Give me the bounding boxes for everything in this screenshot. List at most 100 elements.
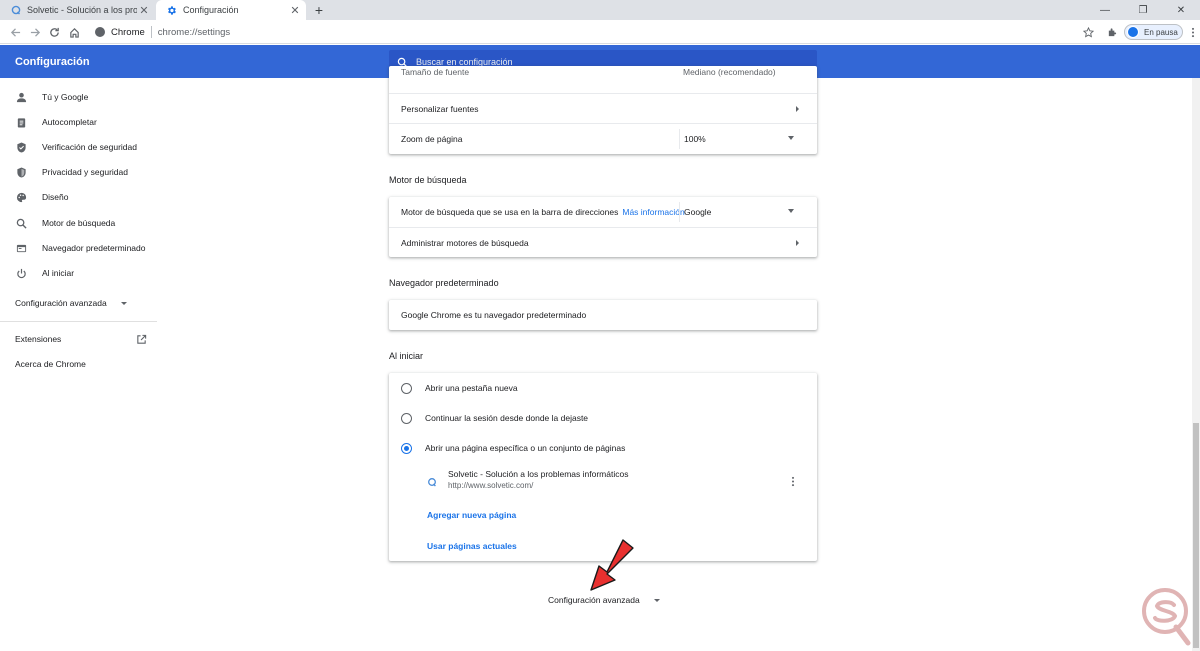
- manage-search-engines-row[interactable]: Administrar motores de búsqueda: [389, 227, 817, 257]
- chevron-right-icon: [796, 239, 799, 246]
- page-zoom-select[interactable]: 100%: [679, 129, 804, 149]
- font-size-value: Mediano (recomendado): [683, 67, 776, 77]
- add-new-page-link[interactable]: Agregar nueva página: [427, 510, 516, 520]
- search-engine-label: Motor de búsqueda que se usa en la barra…: [401, 207, 619, 217]
- profile-button[interactable]: En pausa: [1124, 24, 1183, 40]
- sidebar-item-label: Al iniciar: [42, 268, 75, 278]
- sidebar-item-verificacion-seguridad[interactable]: Verificación de seguridad: [0, 136, 157, 158]
- dropdown-arrow-icon: [788, 209, 794, 213]
- sidebar-item-privacidad[interactable]: Privacidad y seguridad: [0, 161, 157, 183]
- radio-button[interactable]: [401, 412, 412, 424]
- scrollbar[interactable]: [1192, 78, 1200, 651]
- default-browser-card: Google Chrome es tu navegador predetermi…: [389, 300, 817, 330]
- sidebar-item-label: Privacidad y seguridad: [42, 167, 128, 177]
- startup-option-label: Abrir una página específica o un conjunt…: [425, 443, 626, 453]
- close-tab-icon[interactable]: ✕: [288, 4, 302, 17]
- sidebar-item-acerca-chrome[interactable]: Acerca de Chrome: [0, 353, 157, 375]
- back-arrow-icon[interactable]: [6, 23, 24, 41]
- sidebar-item-extensiones[interactable]: Extensiones: [0, 328, 157, 350]
- sidebar-item-tu-y-google[interactable]: Tú y Google: [0, 86, 157, 108]
- default-browser-row: Google Chrome es tu navegador predetermi…: [389, 300, 817, 330]
- clipboard-icon: [15, 116, 27, 128]
- startup-option-label: Continuar la sesión desde donde la dejas…: [425, 413, 589, 423]
- tab-strip: Solvetic - Solución a los problemas ✕ Co…: [0, 0, 1200, 20]
- avatar: [1127, 26, 1139, 38]
- sidebar-item-label: Navegador predeterminado: [42, 243, 146, 253]
- search-icon: [15, 217, 27, 229]
- sidebar-divider: [0, 321, 157, 322]
- solvetic-logo-icon: [1142, 588, 1191, 646]
- url-text: chrome://settings: [157, 26, 231, 38]
- page-zoom-value: 100%: [684, 134, 706, 144]
- restore-icon[interactable]: ❐: [1124, 0, 1162, 20]
- extensions-puzzle-icon[interactable]: [1103, 23, 1121, 41]
- advanced-settings-label: Configuración avanzada: [548, 595, 640, 605]
- tab-solvetic[interactable]: Solvetic - Solución a los problemas ✕: [0, 0, 155, 20]
- forward-arrow-icon[interactable]: [26, 23, 44, 41]
- startup-option-label: Abrir una pestaña nueva: [425, 383, 518, 393]
- radio-button[interactable]: [401, 382, 412, 394]
- startup-option-continue[interactable]: Continuar la sesión desde donde la dejas…: [389, 403, 817, 433]
- menu-kebab-icon[interactable]: [1184, 23, 1200, 41]
- chrome-site-icon: [95, 27, 105, 37]
- gear-icon: [166, 5, 177, 16]
- sidebar-advanced-label: Configuración avanzada: [15, 298, 107, 308]
- default-browser-status: Google Chrome es tu navegador predetermi…: [401, 310, 587, 320]
- sidebar-item-autocompletar[interactable]: Autocompletar: [0, 111, 157, 133]
- startup-card: Abrir una pestaña nueva Continuar la ses…: [389, 373, 817, 561]
- appearance-card: Tamaño de fuente Mediano (recomendado) P…: [389, 66, 817, 154]
- sidebar-item-label: Autocompletar: [42, 117, 97, 127]
- advanced-settings-toggle[interactable]: Configuración avanzada: [548, 595, 660, 605]
- chevron-down-icon: [120, 301, 127, 305]
- search-engine-card: Motor de búsqueda que se usa en la barra…: [389, 197, 817, 257]
- reload-icon[interactable]: [45, 23, 63, 41]
- search-engine-select[interactable]: Google: [679, 202, 804, 222]
- annotation-arrow-icon: [590, 539, 634, 591]
- tab-configuracion[interactable]: Configuración ✕: [156, 0, 306, 20]
- radio-button-checked[interactable]: [401, 442, 412, 454]
- sidebar-item-motor-busqueda[interactable]: Motor de búsqueda: [0, 212, 157, 234]
- browser-icon: [15, 242, 27, 254]
- person-icon: [15, 91, 27, 103]
- startup-option-new-tab[interactable]: Abrir una pestaña nueva: [389, 373, 817, 403]
- font-size-label: Tamaño de fuente: [401, 67, 470, 77]
- home-icon[interactable]: [65, 23, 83, 41]
- open-in-new-icon: [136, 334, 147, 345]
- startup-page-url: http://www.solvetic.com/: [448, 481, 534, 490]
- startup-option-specific[interactable]: Abrir una página específica o un conjunt…: [389, 433, 817, 463]
- sidebar-item-label: Acerca de Chrome: [15, 359, 86, 369]
- chevron-down-icon: [653, 598, 660, 602]
- profile-status: En pausa: [1144, 27, 1178, 37]
- tab-title: Solvetic - Solución a los problemas: [27, 5, 137, 15]
- more-info-link[interactable]: Más información: [622, 207, 684, 217]
- minimize-icon[interactable]: —: [1086, 0, 1124, 20]
- browser-toolbar: Chrome chrome://settings: [0, 20, 1200, 44]
- window-close-icon[interactable]: ✕: [1162, 0, 1200, 20]
- sidebar-item-label: Tú y Google: [42, 92, 89, 102]
- manage-search-engines-label: Administrar motores de búsqueda: [401, 237, 529, 248]
- palette-icon: [15, 191, 27, 203]
- address-bar[interactable]: Chrome chrome://settings: [87, 22, 1099, 42]
- startup-page-entry: Solvetic - Solución a los problemas info…: [427, 465, 807, 495]
- sidebar-item-label: Verificación de seguridad: [42, 142, 137, 152]
- more-vert-icon[interactable]: [791, 474, 795, 492]
- omnibox-label: Chrome: [111, 26, 145, 38]
- customize-fonts-row[interactable]: Personalizar fuentes: [389, 93, 817, 123]
- close-tab-icon[interactable]: ✕: [137, 4, 151, 17]
- use-current-pages-link[interactable]: Usar páginas actuales: [427, 541, 517, 551]
- sidebar-item-label: Diseño: [42, 192, 69, 202]
- page-title: Configuración: [15, 56, 90, 68]
- solvetic-favicon-icon: [10, 5, 21, 16]
- search-engine-value: Google: [684, 207, 712, 217]
- sidebar-item-al-iniciar[interactable]: Al iniciar: [0, 262, 157, 284]
- chevron-right-icon: [796, 105, 799, 112]
- sidebar-advanced-toggle[interactable]: Configuración avanzada: [0, 292, 157, 314]
- bookmark-star-icon[interactable]: [1079, 23, 1097, 41]
- omnibox-separator: [150, 26, 152, 38]
- new-tab-button[interactable]: +: [311, 2, 327, 18]
- sidebar-item-navegador-predeterminado[interactable]: Navegador predeterminado: [0, 237, 157, 259]
- sidebar-item-diseno[interactable]: Diseño: [0, 186, 157, 208]
- default-browser-heading: Navegador predeterminado: [389, 278, 499, 288]
- sidebar-item-label: Extensiones: [15, 334, 62, 344]
- dropdown-arrow-icon: [788, 136, 794, 140]
